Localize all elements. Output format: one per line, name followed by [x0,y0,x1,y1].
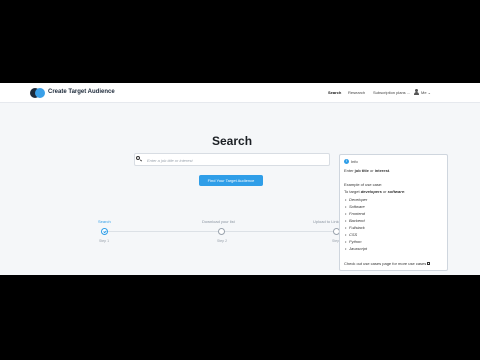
nav-search[interactable]: Search [328,90,341,95]
info-icon: i [344,159,349,165]
step-label-download: Download your list [202,219,235,224]
step-number: Step 1 [99,239,110,243]
list-item: CSS [345,232,357,237]
top-navbar: Create Target Audience Search Research S… [0,83,480,103]
app-window: Create Target Audience Search Research S… [0,83,480,275]
list-item: Javascript [345,246,367,251]
step-number: Step 2 [217,239,228,243]
step-label-search: Search [98,219,111,224]
user-menu-label: Me [421,90,427,95]
user-menu[interactable]: Me ⌄ [421,90,431,95]
info-panel: i Info Enter job title or interest. Examp… [339,154,448,271]
info-header: i Info [344,159,358,165]
step-2-dot [218,228,225,235]
user-icon[interactable] [414,89,419,95]
info-intro: Enter job title or interest. [344,168,391,173]
nav-subscription-plans[interactable]: Subscription plans ... [373,90,410,95]
list-item: Software [345,204,365,209]
search-box[interactable] [134,153,330,166]
nav-research[interactable]: Research [348,90,365,95]
list-item: Python [345,239,362,244]
info-title: Info [351,159,358,164]
search-icon [136,156,143,162]
brand-name[interactable]: Create Target Audience [48,89,115,95]
use-cases-link[interactable]: Check out use cases page for more use ca… [344,261,431,266]
brand-logo-icon[interactable] [30,88,45,98]
search-input[interactable] [147,155,327,165]
find-target-audience-button[interactable]: Find Your Target Audience [199,175,263,186]
list-item: Fullstack [345,225,365,230]
list-item: Backend [345,218,364,223]
info-target: To target developers or software: [344,189,406,194]
external-link-icon [427,262,431,265]
info-example: Example of use case: [344,182,383,187]
list-item: Frontend [345,211,365,216]
page-title: Search [212,134,253,148]
list-item: Developer [345,197,367,202]
step-1-check-icon [101,228,108,235]
